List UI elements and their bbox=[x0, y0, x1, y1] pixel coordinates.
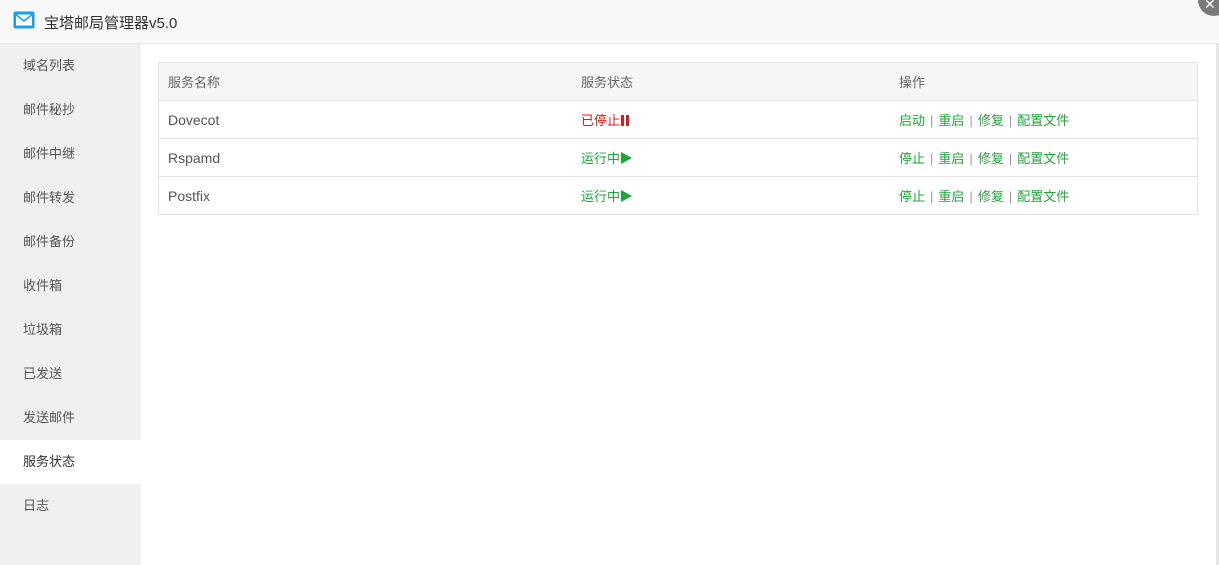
service-name: Rspamd bbox=[158, 138, 572, 177]
table-row: Rspamd 运行中 停止 | 重启 | 修复 | 配置文件 bbox=[158, 138, 1198, 177]
close-button[interactable]: ✕ bbox=[1198, 0, 1219, 16]
actions-cell: 启动 | 重启 | 修复 | 配置文件 bbox=[890, 100, 1198, 139]
sidebar-item-send-mail[interactable]: 发送邮件 bbox=[0, 396, 141, 440]
service-name: Dovecot bbox=[158, 100, 572, 139]
sidebar-item-service-status[interactable]: 服务状态 bbox=[0, 440, 141, 484]
status-label: 运行中 bbox=[581, 189, 621, 204]
repair-button[interactable]: 修复 bbox=[978, 151, 1004, 166]
sidebar-item-mail-forward[interactable]: 邮件转发 bbox=[0, 176, 141, 220]
service-table: 服务名称 服务状态 操作 Dovecot 已停止 启动 | 重启 | 修复 | 配置文件 R… bbox=[158, 62, 1198, 215]
separator: | bbox=[969, 113, 973, 128]
repair-button[interactable]: 修复 bbox=[978, 189, 1004, 204]
close-icon: ✕ bbox=[1204, 0, 1216, 12]
restart-button[interactable]: 重启 bbox=[938, 113, 964, 128]
separator: | bbox=[969, 189, 973, 204]
sidebar-item-mail-backup[interactable]: 邮件备份 bbox=[0, 220, 141, 264]
actions-cell: 停止 | 重启 | 修复 | 配置文件 bbox=[890, 138, 1198, 177]
start-button[interactable]: 启动 bbox=[899, 113, 925, 128]
play-icon bbox=[621, 190, 633, 202]
sidebar-item-sent[interactable]: 已发送 bbox=[0, 352, 141, 396]
sidebar-item-domain-list[interactable]: 域名列表 bbox=[0, 44, 141, 88]
sidebar-item-mail-bcc[interactable]: 邮件秘抄 bbox=[0, 88, 141, 132]
sidebar-item-logs[interactable]: 日志 bbox=[0, 484, 141, 528]
column-header-status: 服务状态 bbox=[572, 62, 890, 101]
stop-button[interactable]: 停止 bbox=[899, 189, 925, 204]
separator: | bbox=[930, 189, 934, 204]
pause-icon bbox=[621, 115, 630, 126]
actions-cell: 停止 | 重启 | 修复 | 配置文件 bbox=[890, 176, 1198, 215]
service-name: Postfix bbox=[158, 176, 572, 215]
mail-icon bbox=[13, 11, 35, 29]
status-label: 已停止 bbox=[581, 113, 621, 128]
table-row: Postfix 运行中 停止 | 重启 | 修复 | 配置文件 bbox=[158, 176, 1198, 215]
separator: | bbox=[1008, 113, 1013, 128]
separator: | bbox=[1008, 151, 1013, 166]
play-icon bbox=[621, 152, 633, 164]
separator: | bbox=[1008, 189, 1013, 204]
repair-button[interactable]: 修复 bbox=[978, 113, 1004, 128]
sidebar-item-mail-relay[interactable]: 邮件中继 bbox=[0, 132, 141, 176]
window-title: 宝塔邮局管理器v5.0 bbox=[44, 15, 178, 32]
separator: | bbox=[969, 151, 973, 166]
service-status-cell: 运行中 bbox=[572, 138, 890, 177]
sidebar: 域名列表 邮件秘抄 邮件中继 邮件转发 邮件备份 收件箱 垃圾箱 已发送 发送邮… bbox=[0, 44, 141, 565]
main-panel: 服务名称 服务状态 操作 Dovecot 已停止 启动 | 重启 | 修复 | 配置文件 R… bbox=[141, 44, 1216, 565]
title-bar: 宝塔邮局管理器v5.0 ✕ bbox=[0, 0, 1219, 44]
restart-button[interactable]: 重启 bbox=[938, 189, 964, 204]
column-header-name: 服务名称 bbox=[158, 62, 572, 101]
column-header-ops: 操作 bbox=[890, 62, 1198, 101]
sidebar-item-inbox[interactable]: 收件箱 bbox=[0, 264, 141, 308]
table-header-row: 服务名称 服务状态 操作 bbox=[158, 62, 1198, 101]
status-label: 运行中 bbox=[581, 151, 621, 166]
config-file-button[interactable]: 配置文件 bbox=[1017, 113, 1069, 128]
restart-button[interactable]: 重启 bbox=[938, 151, 964, 166]
separator: | bbox=[930, 113, 934, 128]
sidebar-item-spam[interactable]: 垃圾箱 bbox=[0, 308, 141, 352]
service-status-cell: 已停止 bbox=[572, 100, 890, 139]
config-file-button[interactable]: 配置文件 bbox=[1017, 189, 1069, 204]
stop-button[interactable]: 停止 bbox=[899, 151, 925, 166]
separator: | bbox=[930, 151, 934, 166]
service-status-cell: 运行中 bbox=[572, 176, 890, 215]
table-row: Dovecot 已停止 启动 | 重启 | 修复 | 配置文件 bbox=[158, 100, 1198, 139]
config-file-button[interactable]: 配置文件 bbox=[1017, 151, 1069, 166]
